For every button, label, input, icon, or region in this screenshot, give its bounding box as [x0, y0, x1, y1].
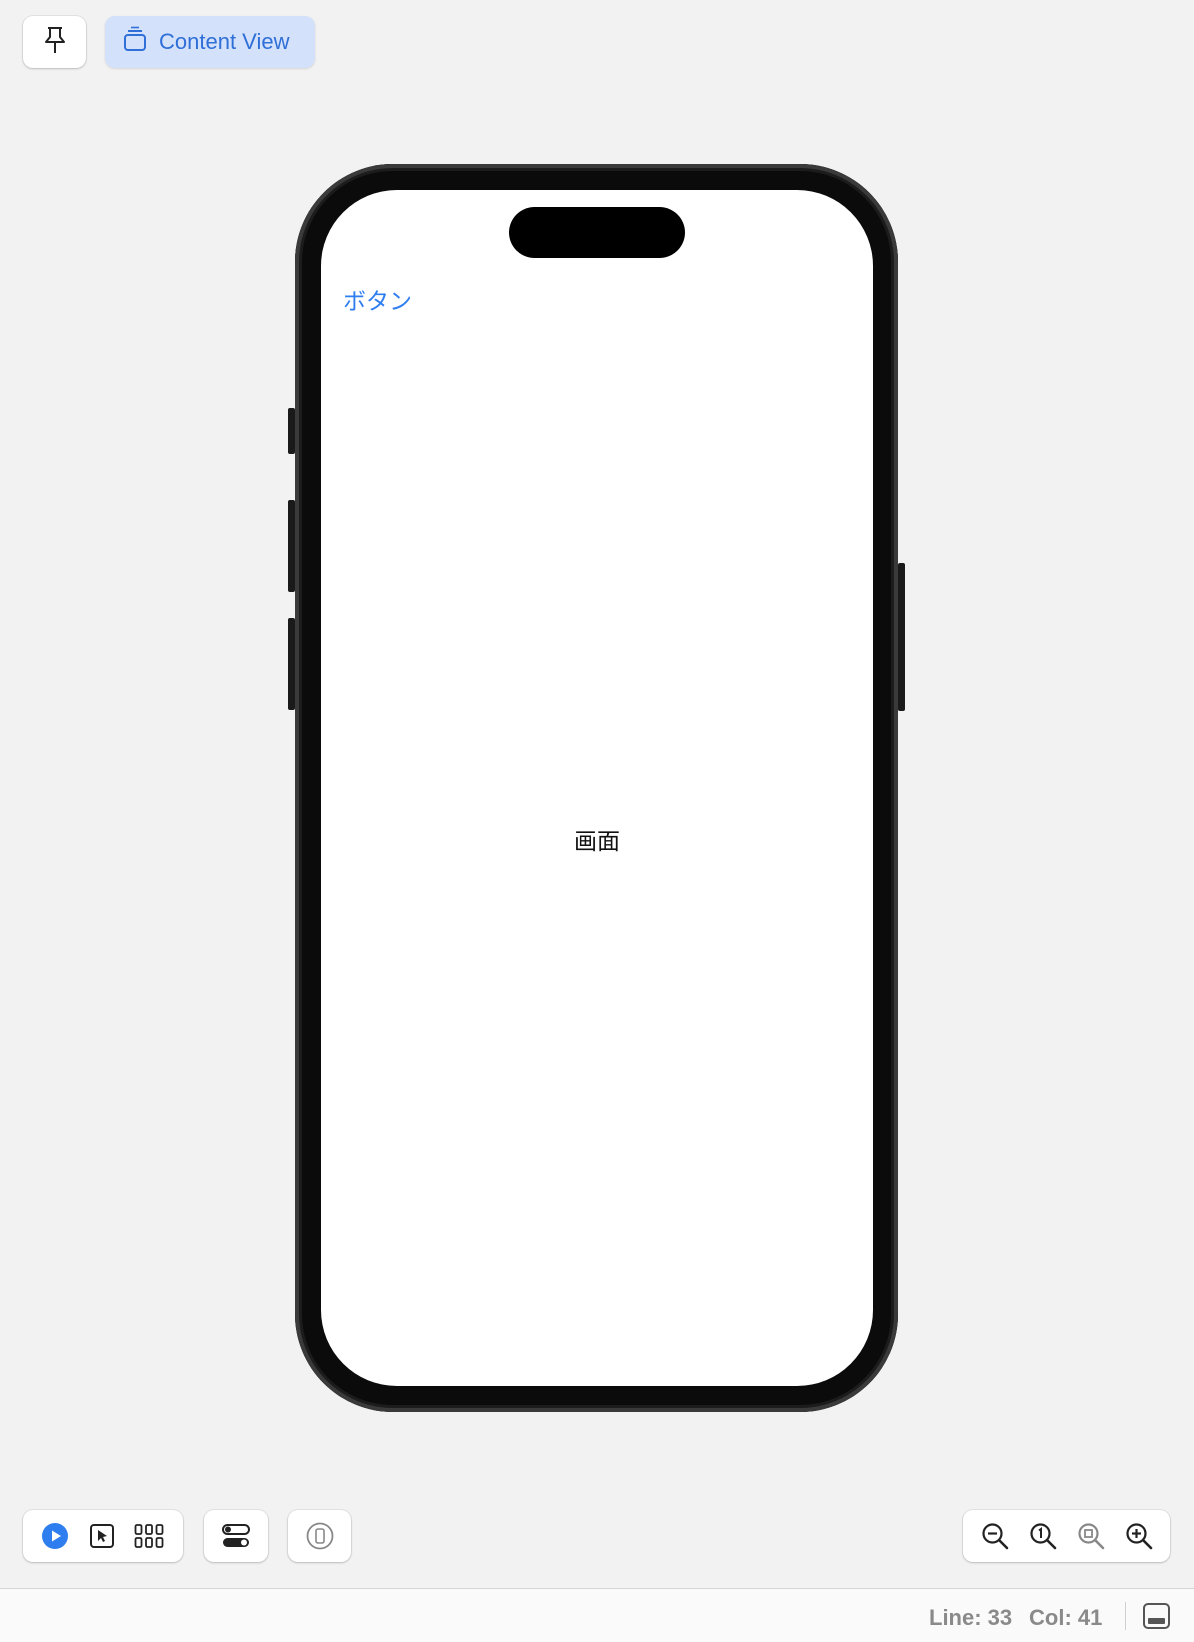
zoom-100-icon[interactable] [1028, 1521, 1058, 1551]
device-icon [305, 1521, 335, 1551]
live-preview-icon[interactable] [40, 1521, 70, 1551]
selectable-icon[interactable] [87, 1521, 117, 1551]
zoom-to-fit-icon[interactable] [1076, 1521, 1106, 1551]
content-view-button[interactable]: Content View [105, 16, 315, 68]
preview-canvas: Content View ボタン 画面 [0, 0, 1194, 1590]
app-button[interactable]: ボタン [343, 282, 412, 316]
action-button [288, 408, 295, 454]
volume-up-button [288, 500, 295, 592]
device-button[interactable] [288, 1510, 351, 1562]
device-screen: ボタン 画面 [321, 190, 873, 1386]
column-indicator: Col: 41 [1029, 1605, 1103, 1630]
dynamic-island [509, 207, 685, 258]
panel-toggle-icon[interactable] [1143, 1603, 1170, 1629]
zoom-in-icon[interactable] [1124, 1521, 1154, 1551]
status-bar: Line: 33 Col: 41 [0, 1588, 1194, 1642]
screen-text: 画面 [574, 829, 620, 855]
status-divider [1125, 1602, 1126, 1630]
variants-grid-icon[interactable] [134, 1521, 164, 1551]
zoom-out-icon[interactable] [980, 1521, 1010, 1551]
volume-down-button [288, 618, 295, 710]
pin-icon [42, 25, 68, 60]
line-indicator: Line: 33 [929, 1605, 1013, 1630]
preview-mode-group [23, 1510, 183, 1562]
content-view-label: Content View [159, 29, 290, 54]
zoom-controls [963, 1510, 1170, 1562]
pin-button[interactable] [23, 16, 86, 68]
power-button [898, 563, 905, 711]
device-settings-button[interactable] [204, 1510, 268, 1562]
stack-icon [123, 26, 147, 58]
device-settings-icon [221, 1521, 251, 1551]
